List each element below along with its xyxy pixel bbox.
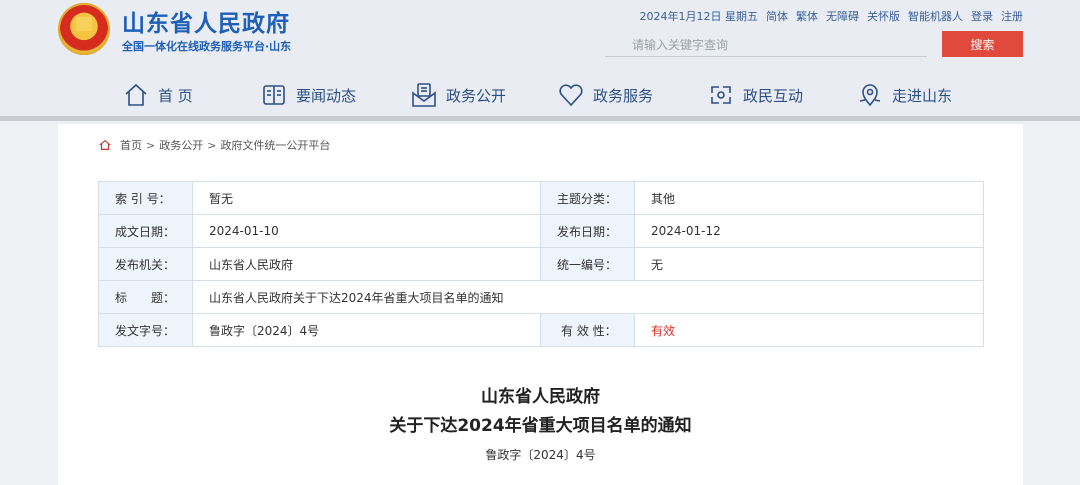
meta-value: 暂无 [192,181,541,215]
meta-label: 成文日期： [98,214,193,248]
national-emblem-icon [58,3,110,55]
link-care-mode[interactable]: 关怀版 [867,8,900,24]
nav-item-shandong[interactable]: 走进山东 [856,78,952,112]
meta-value: 山东省人民政府关于下达2024年省重大项目名单的通知 [192,280,984,314]
meta-value: 其他 [634,181,984,215]
table-row: 标 题： 山东省人民政府关于下达2024年省重大项目名单的通知 [98,280,984,314]
meta-label: 有 效 性： [540,313,635,347]
site-subtitle: 全国一体化在线政务服务平台·山东 [122,40,292,53]
link-login[interactable]: 登录 [971,8,993,24]
document-meta-table: 索 引 号： 暂无 主题分类： 其他 成文日期： 2024-01-10 发布日期… [98,181,984,347]
nav-label: 首 页 [158,86,193,105]
meta-value: 鲁政字〔2024〕4号 [192,313,541,347]
table-row: 发文字号： 鲁政字〔2024〕4号 有 效 性： 有效 [98,313,984,347]
site-header: 山东省人民政府 全国一体化在线政务服务平台·山东 2024年1月12日 星期五 … [0,0,1080,118]
meta-value: 2024-01-10 [192,214,541,248]
top-links: 2024年1月12日 星期五 简体 繁体 无障碍 关怀版 智能机器人 登录 注册 [640,8,1024,24]
breadcrumb-document-platform[interactable]: 政府文件统一公开平台 [220,137,330,153]
meta-label: 发布日期： [540,214,635,248]
nav-divider [0,116,1080,121]
search-input[interactable] [605,33,927,57]
meta-value: 2024-01-12 [634,214,984,248]
meta-label: 主题分类： [540,181,635,215]
table-row: 发布机关： 山东省人民政府 统一编号： 无 [98,247,984,281]
meta-label: 发布机关： [98,247,193,281]
document-number: 鲁政字〔2024〕4号 [485,448,596,462]
table-row: 成文日期： 2024-01-10 发布日期： 2024-01-12 [98,214,984,248]
nav-item-services[interactable]: 政务服务 [557,78,653,112]
nav-label: 走进山东 [892,86,953,105]
validity-status: 有效 [634,313,984,347]
location-icon [859,84,881,107]
link-traditional[interactable]: 繁体 [796,8,818,24]
nav-label: 政务公开 [446,86,507,105]
table-row: 索 引 号： 暂无 主题分类： 其他 [98,181,984,215]
nav-label: 要闻动态 [296,86,357,105]
link-simplified[interactable]: 简体 [766,8,788,24]
document-title-line2: 关于下达2024年省重大项目名单的通知 [389,416,692,436]
meta-label: 标 题： [98,280,193,314]
open-government-icon [412,83,436,107]
current-date: 2024年1月12日 星期五 [639,10,759,23]
meta-label: 统一编号： [540,247,635,281]
nav-label: 政民互动 [743,86,804,105]
breadcrumb-open-government[interactable]: 政务公开 [159,137,203,153]
meta-value: 无 [634,247,984,281]
content-panel: 首页 > 政务公开 > 政府文件统一公开平台 索 引 号： 暂无 主题分类： 其… [58,124,1023,485]
meta-value: 山东省人民政府 [192,247,541,281]
nav-label: 政务服务 [593,86,654,105]
meta-label: 发文字号： [98,313,193,347]
heart-service-icon [559,84,583,107]
meta-label: 索 引 号： [98,181,193,215]
document-title-line1: 山东省人民政府 [481,387,600,407]
breadcrumb-separator: > [207,138,217,152]
breadcrumb-home[interactable]: 首页 [120,137,142,153]
nav-item-news[interactable]: 要闻动态 [260,78,356,112]
link-accessibility[interactable]: 无障碍 [826,8,859,24]
nav-item-home[interactable]: 首 页 [122,78,193,112]
nav-item-open-government[interactable]: 政务公开 [410,78,506,112]
news-icon [263,85,285,105]
site-title[interactable]: 山东省人民政府 [122,4,290,38]
link-register[interactable]: 注册 [1001,8,1023,24]
interaction-icon [711,86,731,104]
link-smart-robot[interactable]: 智能机器人 [908,8,963,24]
breadcrumb-separator: > [146,138,156,152]
home-icon [125,83,147,106]
nav-item-interaction[interactable]: 政民互动 [707,78,803,112]
breadcrumb: 首页 > 政务公开 > 政府文件统一公开平台 [98,137,330,153]
home-icon [99,139,111,150]
search-button[interactable]: 搜索 [942,31,1023,57]
main-nav: 首 页 要闻动态 政务公开 政务服务 政民互动 走进山东 [0,74,1080,116]
